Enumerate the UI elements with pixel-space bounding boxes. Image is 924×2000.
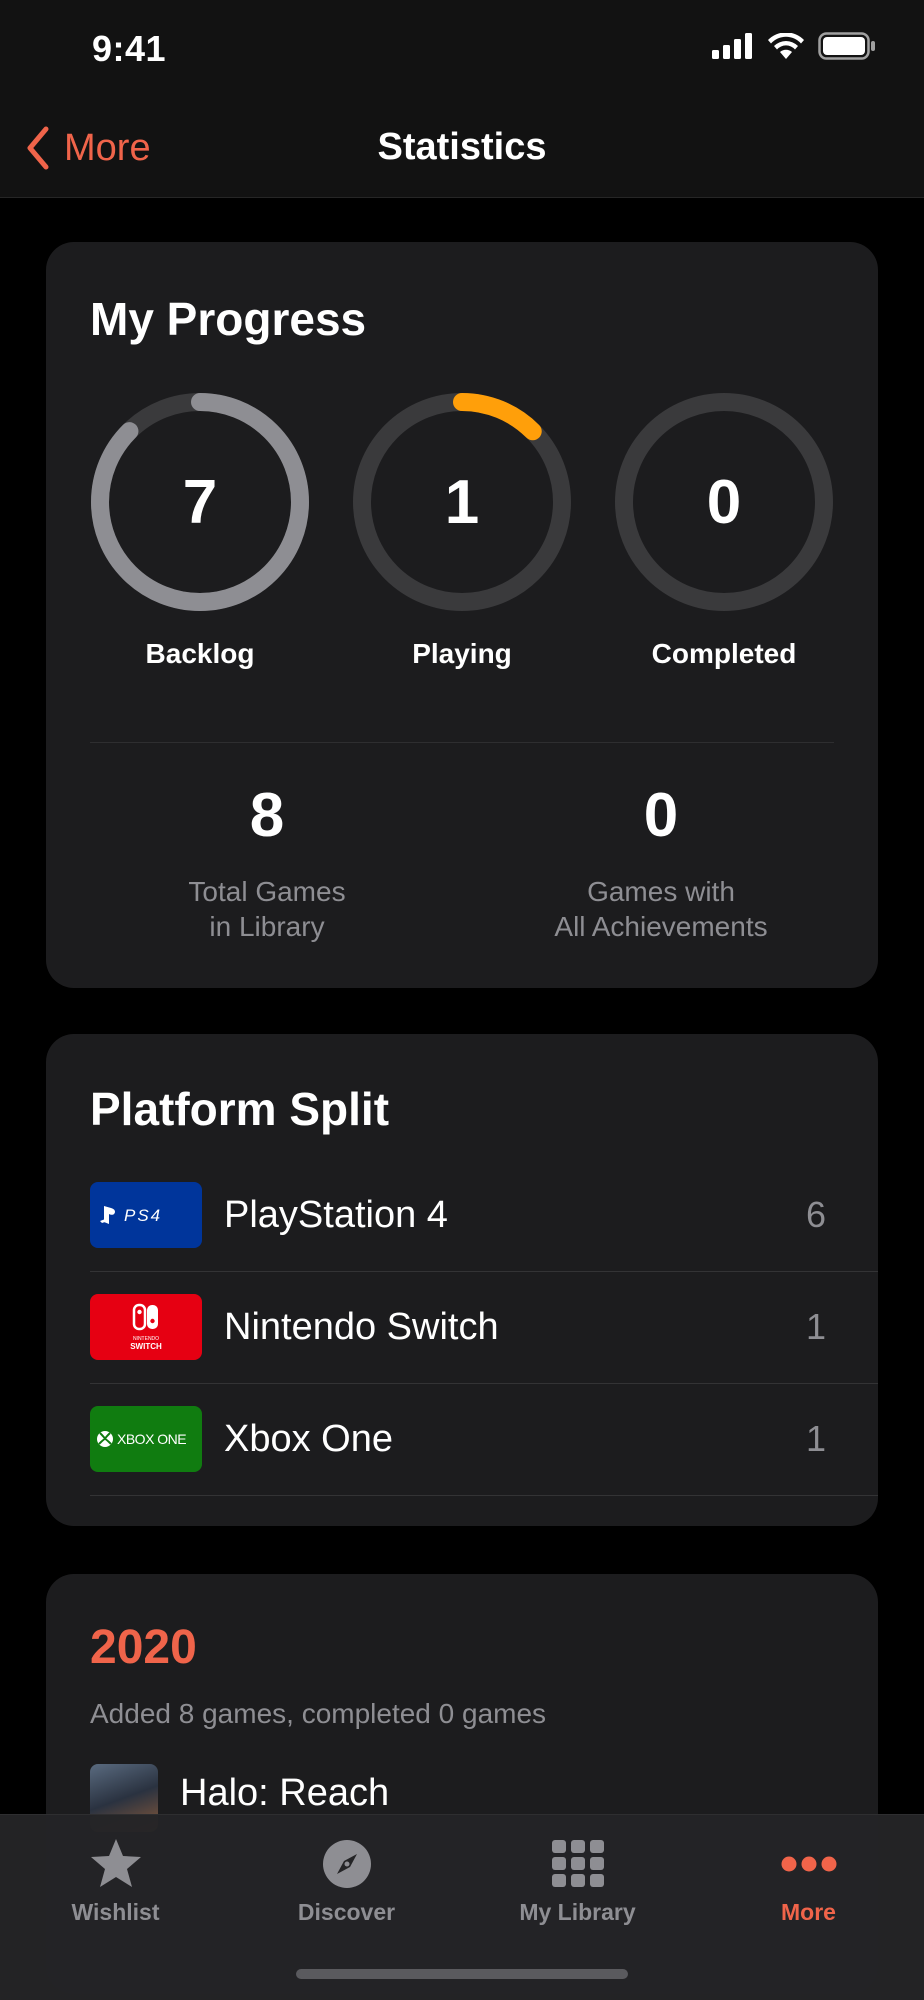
compass-icon bbox=[322, 1840, 371, 1888]
tab-label: My Library bbox=[519, 1899, 636, 1925]
progress-card: My Progress 7 Backlog 1 Playing 0 Comple… bbox=[46, 242, 878, 988]
wifi-icon bbox=[768, 33, 804, 59]
platform-row-ps4[interactable]: PS4 PlayStation 4 6 bbox=[90, 1160, 878, 1272]
platform-count: 6 bbox=[805, 1194, 826, 1235]
home-indicator bbox=[296, 1969, 628, 1979]
completed-value: 0 bbox=[706, 467, 742, 537]
tab-label: More bbox=[781, 1899, 836, 1925]
backlog-label: Backlog bbox=[145, 638, 255, 669]
platform-name: PlayStation 4 bbox=[224, 1194, 448, 1236]
tab-more[interactable]: More bbox=[693, 1815, 924, 1935]
backlog-value: 7 bbox=[182, 467, 218, 537]
grid-icon bbox=[551, 1840, 604, 1887]
svg-text:PS4: PS4 bbox=[124, 1206, 162, 1225]
more-icon bbox=[781, 1856, 836, 1872]
completed-ring: 0 bbox=[614, 392, 834, 612]
year-title: 2020 bbox=[90, 1621, 197, 1674]
platform-split-card: Platform Split PS4 PlayStation 4 6 NINTE… bbox=[46, 1034, 878, 1526]
platform-name: Nintendo Switch bbox=[224, 1306, 499, 1348]
platform-row-switch[interactable]: NINTENDO SWITCH Nintendo Switch 1 bbox=[90, 1272, 878, 1384]
game-title: Halo: Reach bbox=[180, 1772, 390, 1814]
navigation-bar: More Statistics bbox=[0, 100, 924, 198]
playing-label: Playing bbox=[412, 638, 512, 669]
total-games-label-line1: Total Games bbox=[188, 876, 346, 907]
ps4-logo-icon: PS4 bbox=[90, 1182, 202, 1248]
svg-text:XBOX ONE: XBOX ONE bbox=[117, 1431, 186, 1447]
playing-value: 1 bbox=[444, 467, 480, 537]
tab-label: Wishlist bbox=[71, 1899, 160, 1925]
page-title: Statistics bbox=[377, 126, 547, 168]
platform-row-xbox[interactable]: XBOX ONE Xbox One 1 bbox=[90, 1384, 878, 1496]
all-achievements-label-line2: All Achievements bbox=[554, 911, 768, 942]
total-games-label: Total Games in Library bbox=[102, 874, 432, 944]
tab-my-library[interactable]: My Library bbox=[462, 1815, 693, 1935]
xbox-one-logo-icon: XBOX ONE bbox=[90, 1406, 202, 1472]
star-icon bbox=[90, 1839, 141, 1887]
total-games-value: 8 bbox=[249, 781, 285, 850]
nintendo-switch-logo-icon: NINTENDO SWITCH bbox=[90, 1294, 202, 1360]
platform-count: 1 bbox=[805, 1418, 826, 1459]
completed-label: Completed bbox=[651, 638, 797, 669]
tab-label: Discover bbox=[297, 1899, 396, 1925]
backlog-ring: 7 bbox=[90, 392, 310, 612]
signal-icon bbox=[712, 33, 752, 59]
progress-divider bbox=[90, 742, 834, 743]
platform-count: 1 bbox=[805, 1306, 826, 1347]
all-achievements-label-line1: Games with bbox=[587, 876, 735, 907]
all-achievements-label: Games with All Achievements bbox=[496, 874, 826, 944]
battery-icon bbox=[818, 32, 875, 60]
status-bar: 9:41 bbox=[0, 0, 924, 100]
platform-name: Xbox One bbox=[224, 1418, 393, 1460]
total-games-label-line2: in Library bbox=[209, 911, 325, 942]
tab-discover[interactable]: Discover bbox=[231, 1815, 462, 1935]
tab-wishlist[interactable]: Wishlist bbox=[0, 1815, 231, 1935]
platform-split-title: Platform Split bbox=[90, 1083, 390, 1135]
year-subtitle: Added 8 games, completed 0 games bbox=[90, 1698, 547, 1729]
all-achievements-value: 0 bbox=[643, 781, 679, 850]
playing-ring: 1 bbox=[352, 392, 572, 612]
status-icons bbox=[712, 32, 876, 60]
row-separator bbox=[90, 1495, 878, 1496]
svg-text:SWITCH: SWITCH bbox=[130, 1342, 162, 1351]
status-time: 9:41 bbox=[92, 28, 167, 69]
progress-title: My Progress bbox=[90, 293, 367, 345]
